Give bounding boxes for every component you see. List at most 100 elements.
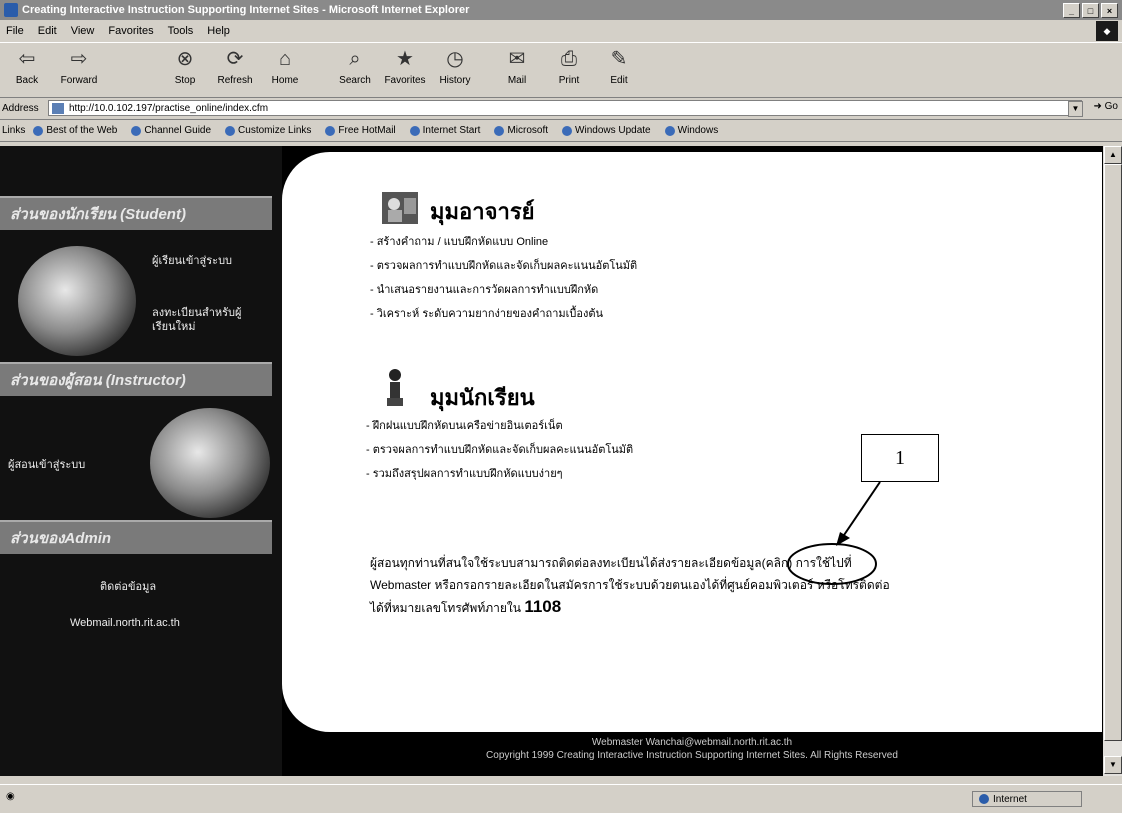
student-feature-list: - ฝึกฝนแบบฝึกหัดบนเครือข่ายอินเตอร์เน็ต … <box>366 414 633 486</box>
list-item: - ตรวจผลการทำแบบฝึกหัดและจัดเก็บผลคะแนนอ… <box>366 444 634 456</box>
menu-help[interactable]: Help <box>207 25 230 37</box>
mail-icon: ✉ <box>508 48 526 70</box>
close-button[interactable]: × <box>1101 3 1118 18</box>
page-footer: Webmaster Wanchai@webmail.north.rit.ac.t… <box>282 736 1102 776</box>
window-title: Creating Interactive Instruction Support… <box>22 4 470 16</box>
address-input[interactable]: http://10.0.102.197/practise_online/inde… <box>48 100 1082 116</box>
admin-section-header: ส่วนของAdmin <box>0 520 272 554</box>
notice-line-3: ได้ที่หมายเลขโทรศัพท์ภายใน 1108 <box>370 597 562 616</box>
list-item: - วิเคราะห์ ระดับความยากง่ายของคำถามเบื้… <box>370 308 603 320</box>
menu-favorites[interactable]: Favorites <box>108 25 153 37</box>
link-channel-guide[interactable]: Channel Guide <box>131 125 211 136</box>
minimize-button[interactable]: _ <box>1063 3 1080 18</box>
student-photo <box>18 246 136 356</box>
edit-icon: ✎ <box>610 48 628 70</box>
callout-number-box: 1 <box>861 434 939 482</box>
back-arrow-icon: ⇦ <box>18 48 36 70</box>
link-best-of-the-web[interactable]: Best of the Web <box>33 125 117 136</box>
list-item: - ฝึกฝนแบบฝึกหัดบนเครือข่ายอินเตอร์เน็ต <box>366 420 563 432</box>
history-button[interactable]: ◷ History <box>432 45 478 93</box>
print-button[interactable]: ⎙ Print <box>546 45 592 93</box>
home-button[interactable]: ⌂ Home <box>262 45 308 93</box>
windows-logo-icon: ◆ <box>1096 21 1118 41</box>
footer-copyright: Copyright 1999 Creating Interactive Inst… <box>486 750 898 761</box>
links-label: Links <box>2 125 26 136</box>
ie-page-icon <box>664 125 675 136</box>
list-item: - รวมถึงสรุปผลการทำแบบฝึกหัดแบบง่ายๆ <box>366 468 563 480</box>
scroll-up-button[interactable]: ▲ <box>1104 146 1122 164</box>
address-dropdown-button[interactable]: ▼ <box>1068 101 1083 117</box>
student-icon <box>387 369 403 406</box>
forward-button[interactable]: ⇨ Forward <box>56 45 102 93</box>
student-section-header: ส่วนของนักเรียน (Student) <box>0 196 272 230</box>
menu-file[interactable]: File <box>6 25 24 37</box>
ie-page-icon <box>33 125 44 136</box>
window-controls: _ □ × <box>1063 3 1118 18</box>
go-button[interactable]: ➜ Go <box>1093 101 1118 112</box>
menu-bar: File Edit View Favorites Tools Help ◆ <box>0 20 1122 42</box>
ie-page-icon <box>494 125 505 136</box>
teacher-corner-title: มุมอาจารย์ <box>430 200 535 225</box>
callout-arrow <box>841 481 881 539</box>
ie-page-icon <box>131 125 142 136</box>
links-bar: Links Best of the Web Channel Guide Cust… <box>0 120 1122 142</box>
back-button[interactable]: ⇦ Back <box>4 45 50 93</box>
search-button[interactable]: ⌕ Search <box>332 45 378 93</box>
link-customize-links[interactable]: Customize Links <box>225 125 311 136</box>
globe-icon <box>979 794 989 804</box>
highlight-ellipse <box>787 543 877 585</box>
address-bar: Address http://10.0.102.197/practise_onl… <box>0 98 1122 120</box>
list-item: - ตรวจผลการทำแบบฝึกหัดและจัดเก็บผลคะแนนอ… <box>370 260 638 272</box>
link-windows-update[interactable]: Windows Update <box>562 125 651 136</box>
refresh-button[interactable]: ⟳ Refresh <box>212 45 258 93</box>
maximize-button[interactable]: □ <box>1082 3 1099 18</box>
address-url: http://10.0.102.197/practise_online/inde… <box>69 103 269 114</box>
sidebar: ส่วนของนักเรียน (Student) ผู้เรียนเข้าสู… <box>0 146 282 776</box>
link-windows[interactable]: Windows <box>664 125 718 136</box>
ie-page-icon <box>325 125 336 136</box>
admin-contact-link[interactable]: ติดต่อข้อมูล <box>100 580 156 594</box>
link-internet-start[interactable]: Internet Start <box>409 125 480 136</box>
menu-view[interactable]: View <box>71 25 95 37</box>
browser-window: Creating Interactive Instruction Support… <box>0 0 1122 813</box>
ie-page-icon <box>225 125 236 136</box>
home-icon: ⌂ <box>278 48 292 70</box>
status-bar: ◉ Internet <box>0 784 1122 813</box>
print-icon: ⎙ <box>561 48 577 70</box>
search-icon: ⌕ <box>349 48 361 70</box>
address-label: Address <box>2 103 39 114</box>
standard-toolbar: ⇦ Back ⇨ Forward ⊗ Stop ⟳ Refresh ⌂ Home ⌕ Sea… <box>0 42 1122 98</box>
stop-icon: ⊗ <box>176 48 194 70</box>
student-corner-title: มุมนักเรียน <box>430 386 535 411</box>
stop-button[interactable]: ⊗ Stop <box>162 45 208 93</box>
send-details-link[interactable]: ส่งรายละเอียดข้อมูล(คลิก) <box>658 556 793 570</box>
instructor-login-link[interactable]: ผู้สอนเข้าสู่ระบบ <box>8 458 85 472</box>
phone-extension: 1108 <box>524 597 562 616</box>
list-item: - สร้างคำถาม / แบบฝึกหัดแบบ Online <box>370 236 549 248</box>
webmail-link[interactable]: Webmail.north.rit.ac.th <box>70 616 180 630</box>
internet-explorer-icon <box>4 3 18 17</box>
ie-page-icon <box>562 125 573 136</box>
student-login-link[interactable]: ผู้เรียนเข้าสู่ระบบ <box>152 254 232 268</box>
forward-arrow-icon: ⇨ <box>70 48 88 70</box>
mail-button[interactable]: ✉ Mail <box>494 45 540 93</box>
link-free-hotmail[interactable]: Free HotMail <box>325 125 396 136</box>
list-item: - นำเสนอรายงานและการวัดผลการทำแบบฝึกหัด <box>370 284 599 296</box>
scroll-down-button[interactable]: ▼ <box>1104 756 1122 774</box>
vertical-scrollbar[interactable]: ▲ ▼ <box>1103 146 1122 776</box>
menu-edit[interactable]: Edit <box>38 25 57 37</box>
student-register-link[interactable]: ลงทะเบียนสำหรับผู้เรียนใหม่ <box>152 306 262 334</box>
security-zone: Internet <box>972 791 1082 807</box>
favorites-button[interactable]: ★ Favorites <box>382 45 428 93</box>
link-microsoft[interactable]: Microsoft <box>494 125 548 136</box>
footer-webmaster: Webmaster Wanchai@webmail.north.rit.ac.t… <box>591 737 793 748</box>
ie-page-icon <box>409 125 420 136</box>
scroll-thumb[interactable] <box>1104 164 1122 741</box>
callout-annotation <box>787 481 881 585</box>
edit-button[interactable]: ✎ Edit <box>596 45 642 93</box>
teacher-icon <box>382 192 418 224</box>
instructor-photo <box>150 408 270 518</box>
menu-tools[interactable]: Tools <box>168 25 194 37</box>
history-icon: ◷ <box>446 48 464 70</box>
ie-status-icon: ◉ <box>6 791 15 802</box>
